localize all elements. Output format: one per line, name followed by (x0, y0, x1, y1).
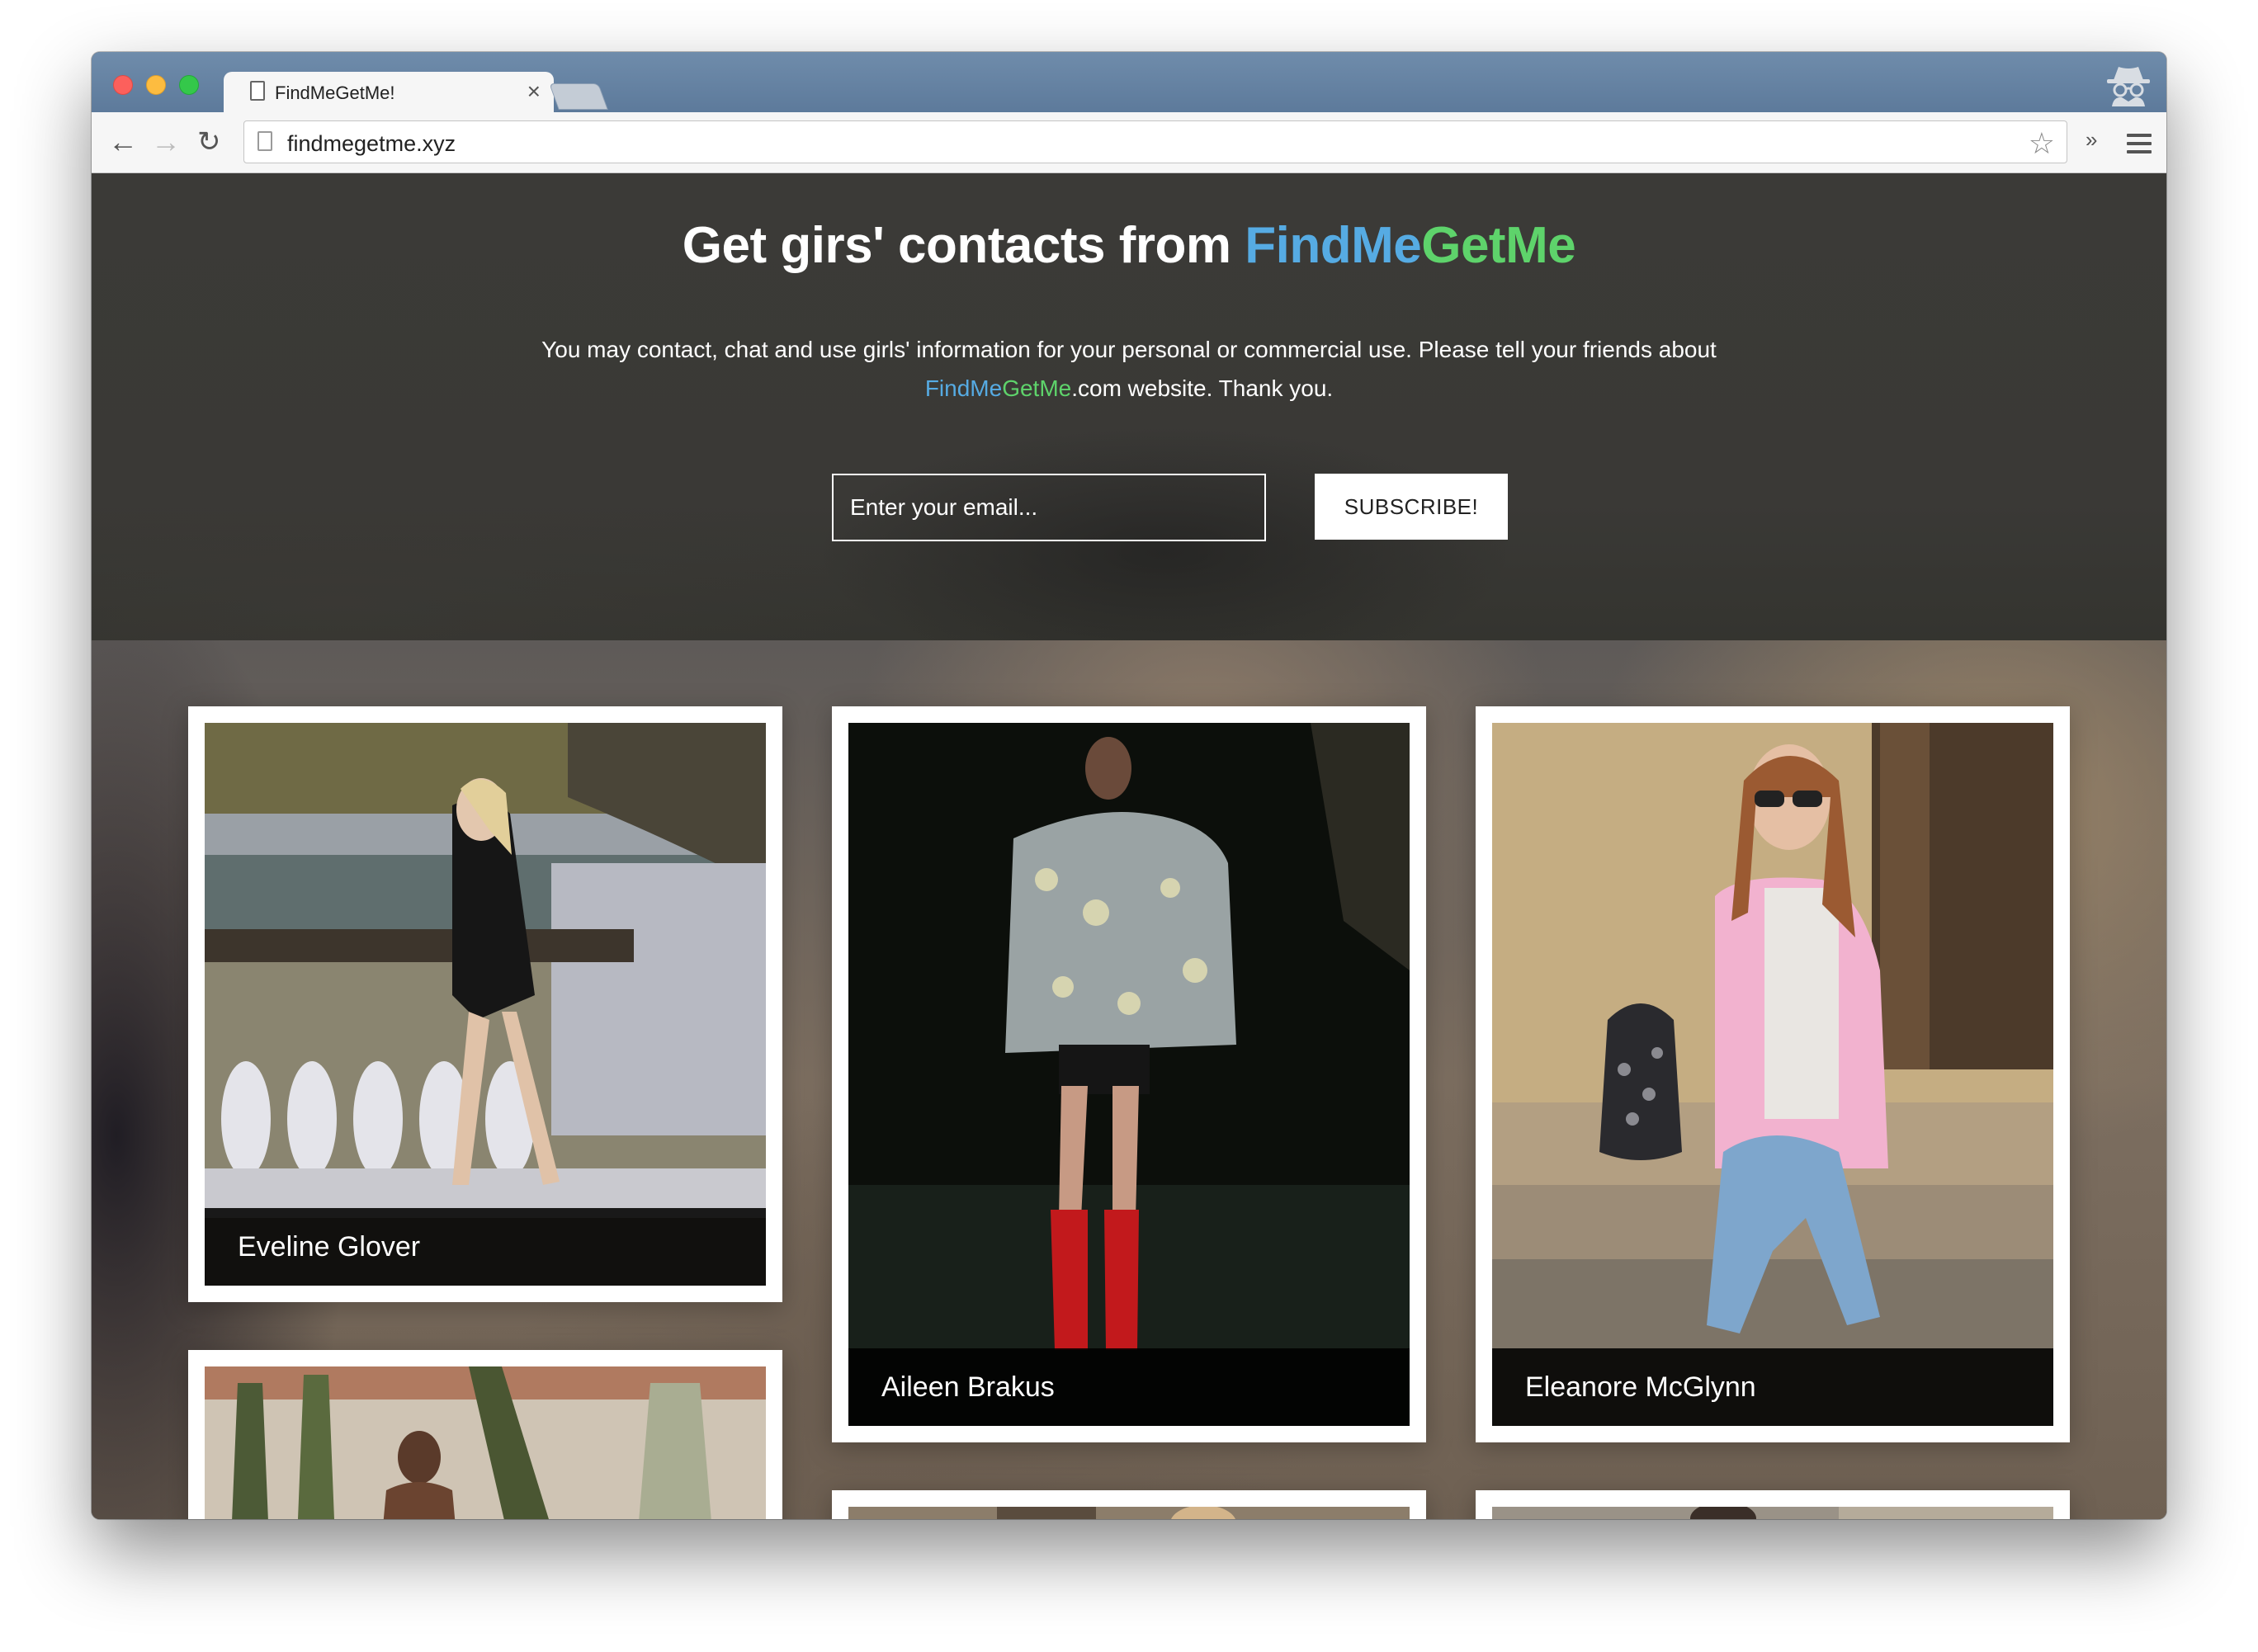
description-line1: You may contact, chat and use girls' inf… (541, 337, 1717, 362)
minimize-window-button[interactable] (146, 75, 166, 95)
photo-image (205, 1366, 766, 1519)
photo-image (205, 723, 766, 1286)
extensions-chevron-icon[interactable]: » (2086, 127, 2097, 153)
profile-card[interactable]: Aileen Brakus (832, 706, 1426, 1442)
caption-overlay: Eveline Glover (205, 1208, 766, 1286)
page-title: Get girs' contacts from FindMeGetMe (92, 216, 2166, 275)
brand-link-part2[interactable]: GetMe (1002, 375, 1071, 401)
profile-card[interactable] (832, 1490, 1426, 1519)
photo-image (1492, 723, 2053, 1426)
browser-window: FindMeGetMe! × ← → ↻ findmegetme.xyz ☆ »… (92, 52, 2166, 1519)
browser-tab[interactable]: FindMeGetMe! × (224, 72, 554, 113)
brand-name-part2: GetMe (1421, 217, 1576, 274)
profile-name[interactable]: Eveline Glover (238, 1231, 420, 1263)
profile-gallery: Eveline Glover Aileen Brakus Eleanore Mc… (92, 640, 2166, 1519)
profile-name[interactable]: Aileen Brakus (881, 1371, 1055, 1404)
email-input[interactable] (832, 474, 1266, 541)
back-arrow-icon[interactable]: ← (108, 127, 138, 157)
photo-image (1492, 1507, 2053, 1519)
tab-close-icon[interactable]: × (527, 78, 541, 105)
incognito-icon (2107, 67, 2150, 106)
reload-icon[interactable]: ↻ (197, 127, 221, 157)
star-icon[interactable]: ☆ (2029, 126, 2055, 161)
photo-image (848, 723, 1410, 1426)
brand-link-part1[interactable]: FindMe (925, 375, 1002, 401)
forward-arrow-icon[interactable]: → (151, 127, 181, 157)
profile-photo[interactable]: Aileen Brakus (848, 723, 1410, 1426)
profile-card[interactable] (188, 1350, 782, 1519)
zoom-window-button[interactable] (179, 75, 199, 95)
document-icon (250, 81, 265, 101)
hero-section: Get girs' contacts from FindMeGetMe You … (92, 173, 2166, 640)
title-bar: FindMeGetMe! × (92, 52, 2166, 113)
close-window-button[interactable] (113, 75, 133, 95)
brand-name-part1: FindMe (1245, 217, 1422, 274)
page-viewport: Get girs' contacts from FindMeGetMe You … (92, 173, 2166, 1519)
url-text[interactable]: findmegetme.xyz (287, 131, 456, 157)
profile-photo[interactable] (1492, 1507, 2053, 1519)
hamburger-menu-icon[interactable] (2127, 134, 2152, 153)
description-suffix: .com website. Thank you. (1071, 375, 1334, 401)
profile-photo[interactable]: Eleanore McGlynn (1492, 723, 2053, 1426)
profile-card[interactable] (1476, 1490, 2070, 1519)
new-tab-button[interactable] (549, 83, 608, 110)
hero-description: You may contact, chat and use girls' inf… (504, 330, 1754, 408)
title-prefix: Get girs' contacts from (682, 217, 1245, 274)
profile-card[interactable]: Eveline Glover (188, 706, 782, 1302)
profile-name[interactable]: Eleanore McGlynn (1525, 1371, 1756, 1404)
profile-card[interactable]: Eleanore McGlynn (1476, 706, 2070, 1442)
photo-image (848, 1507, 1410, 1519)
caption-overlay: Aileen Brakus (848, 1348, 1410, 1426)
caption-overlay: Eleanore McGlynn (1492, 1348, 2053, 1426)
address-bar[interactable]: findmegetme.xyz ☆ (243, 120, 2067, 163)
profile-photo[interactable] (205, 1366, 766, 1519)
browser-toolbar: ← → ↻ findmegetme.xyz ☆ » (92, 112, 2166, 173)
page-info-icon[interactable] (257, 131, 272, 151)
tab-title: FindMeGetMe! (275, 83, 395, 103)
subscribe-button[interactable]: SUBSCRIBE! (1315, 474, 1508, 540)
profile-photo[interactable] (848, 1507, 1410, 1519)
profile-photo[interactable]: Eveline Glover (205, 723, 766, 1286)
